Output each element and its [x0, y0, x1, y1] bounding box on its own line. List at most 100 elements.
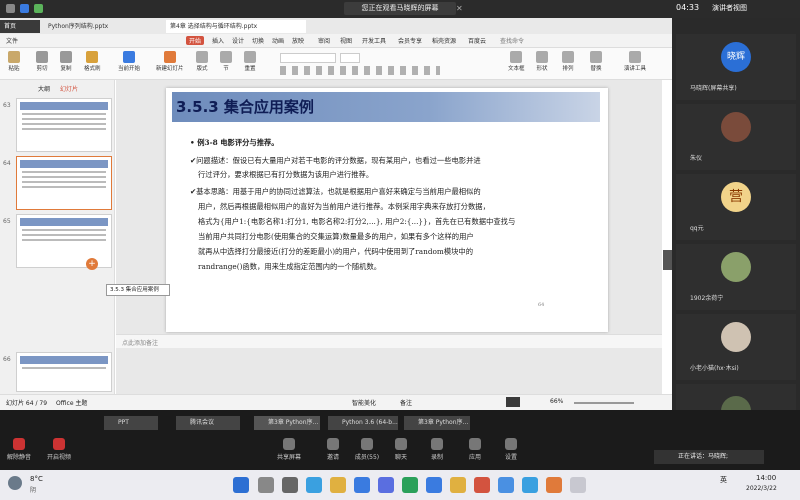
- unmute-button[interactable]: 解除静音: [4, 438, 34, 461]
- signal-icon[interactable]: [34, 4, 43, 13]
- add-slide-icon[interactable]: +: [86, 258, 98, 270]
- presenter-tools-button[interactable]: 演讲工具: [624, 51, 646, 72]
- meeting-app-icon[interactable]: [354, 477, 370, 493]
- replace-button[interactable]: 替换: [590, 51, 602, 72]
- outline-tab[interactable]: 大纲: [38, 84, 50, 93]
- tab-home[interactable]: 首页: [0, 20, 40, 33]
- play-from-current-button[interactable]: 当前开始: [118, 51, 140, 72]
- participant-tile[interactable]: 营 qq元: [676, 174, 796, 240]
- section-button[interactable]: 节: [220, 51, 232, 72]
- arrange-button[interactable]: 排列: [562, 51, 574, 72]
- font-size-select[interactable]: [340, 53, 360, 63]
- slide-thumb-64[interactable]: [16, 156, 112, 210]
- format-buttons[interactable]: [280, 66, 440, 75]
- menu-slideshow[interactable]: 放映: [292, 36, 304, 45]
- meeting-top-bar: 您正在观看马晓辉的屏幕 ✕ 04:33 演讲者视图: [0, 0, 800, 18]
- participant-tile[interactable]: [676, 384, 796, 426]
- layout-button[interactable]: 版式: [196, 51, 208, 72]
- input-language[interactable]: 英: [720, 475, 727, 485]
- menu-animation[interactable]: 动画: [272, 36, 284, 45]
- shape-icon: [536, 51, 548, 63]
- app-icon[interactable]: [378, 477, 394, 493]
- font-select[interactable]: [280, 53, 336, 63]
- weather-temp[interactable]: 8°C: [30, 475, 43, 483]
- app-icon[interactable]: [522, 477, 538, 493]
- menu-review[interactable]: 审阅: [318, 36, 330, 45]
- view-toggle[interactable]: 演讲者视图: [712, 3, 747, 13]
- format-painter-button[interactable]: 格式刷: [84, 51, 101, 72]
- store-icon[interactable]: [450, 477, 466, 493]
- menu-baiduyun[interactable]: 百度云: [468, 36, 486, 45]
- menu-docer[interactable]: 稻壳资源: [432, 36, 456, 45]
- record-button[interactable]: 录制: [422, 438, 452, 461]
- participant-tile[interactable]: 晓辉 马晓辉(屏幕共享): [676, 34, 796, 100]
- slide-line: 行过评分，要求根据已有打分数据为该用户进行推荐。: [198, 170, 374, 179]
- chat-button[interactable]: 聊天: [386, 438, 416, 461]
- taskbar-preview-chapter3b[interactable]: 第3章 Python序...: [404, 416, 470, 430]
- thumbnail-tooltip: 3.5.3 集合应用案例: [106, 284, 170, 296]
- tab-python-seq[interactable]: Python序列结构.pptx: [44, 20, 164, 33]
- wps-icon[interactable]: [474, 477, 490, 493]
- weather-desc[interactable]: 阴: [30, 485, 36, 494]
- folder-icon[interactable]: [330, 477, 346, 493]
- search-commands[interactable]: 查找命令: [500, 36, 524, 45]
- cut-button[interactable]: 剪切: [36, 51, 48, 72]
- members-button[interactable]: 成员(55): [352, 438, 382, 461]
- menu-devtools[interactable]: 开发工具: [362, 36, 386, 45]
- notes-pane[interactable]: 点此添加备注: [116, 334, 662, 348]
- start-video-button[interactable]: 开启视频: [44, 438, 74, 461]
- close-icon[interactable]: ✕: [456, 4, 463, 13]
- taskbar-preview-meeting[interactable]: 腾讯会议: [176, 416, 240, 430]
- slide-line: 就再从中选择打分最接近(打分的差距最小)的用户，代码中使用到了random模块中…: [198, 247, 474, 256]
- apps-button[interactable]: 应用: [460, 438, 490, 461]
- taskbar-preview-python[interactable]: Python 3.6 (64-b...: [328, 416, 398, 430]
- new-slide-button[interactable]: 新建幻灯片: [156, 51, 184, 72]
- taskbar-preview-chapter3[interactable]: 第3章 Python序...: [254, 416, 320, 430]
- participant-tile[interactable]: 小老小猫(hx·木si): [676, 314, 796, 380]
- current-slide[interactable]: 3.5.3 集合应用案例 • 例3-8 电影评分与推荐。 ✔问题描述：假设已有大…: [166, 88, 608, 332]
- wechat-icon[interactable]: [402, 477, 418, 493]
- menu-insert[interactable]: 插入: [212, 36, 224, 45]
- task-view-icon[interactable]: [282, 477, 298, 493]
- menu-vip[interactable]: 会员专享: [398, 36, 422, 45]
- shape-button[interactable]: 形状: [536, 51, 548, 72]
- slide-thumb-63[interactable]: [16, 98, 112, 152]
- zoom-slider[interactable]: [574, 402, 634, 404]
- smart-beautify-button[interactable]: 智能美化: [352, 398, 376, 407]
- edge-icon[interactable]: [306, 477, 322, 493]
- reset-button[interactable]: 重置: [244, 51, 256, 72]
- paste-button[interactable]: 粘贴: [8, 51, 20, 72]
- menu-home[interactable]: 开始: [186, 36, 205, 45]
- app-icon[interactable]: [546, 477, 562, 493]
- textbox-button[interactable]: 文本框: [508, 51, 525, 72]
- menu-design[interactable]: 设计: [232, 36, 244, 45]
- start-icon[interactable]: [233, 477, 249, 493]
- clock-time[interactable]: 14:00: [756, 474, 776, 482]
- app-icon[interactable]: [570, 477, 586, 493]
- menu-view[interactable]: 视图: [340, 36, 352, 45]
- tab-chapter4[interactable]: 第4章 选择结构与循环结构.pptx: [166, 20, 306, 33]
- python-icon[interactable]: [426, 477, 442, 493]
- play-slideshow-button[interactable]: [506, 397, 520, 407]
- participant-tile[interactable]: 1902余荷宁: [676, 244, 796, 310]
- app-icon[interactable]: [498, 477, 514, 493]
- participant-tile[interactable]: 朱仪: [676, 104, 796, 170]
- share-screen-button[interactable]: 共享屏幕: [274, 438, 304, 461]
- settings-button[interactable]: 设置: [496, 438, 526, 461]
- search-icon[interactable]: [258, 477, 274, 493]
- slide-thumb-66[interactable]: [16, 352, 112, 392]
- notes-button[interactable]: 备注: [400, 398, 412, 407]
- shield-icon[interactable]: [20, 4, 29, 13]
- copy-button[interactable]: 复制: [60, 51, 72, 72]
- slides-tab[interactable]: 幻灯片: [60, 84, 78, 93]
- participant-name: 马晓辉(屏幕共享): [690, 85, 737, 92]
- invite-button[interactable]: 邀请: [318, 438, 348, 461]
- taskbar-preview-ppt[interactable]: PPT: [104, 416, 158, 430]
- participant-name: 朱仪: [690, 155, 703, 162]
- menu-transition[interactable]: 切换: [252, 36, 264, 45]
- menu-file[interactable]: 文件: [6, 36, 18, 45]
- clock-date[interactable]: 2022/3/22: [746, 485, 777, 492]
- gear-icon: [505, 438, 517, 450]
- info-icon[interactable]: [6, 4, 15, 13]
- slide-thumb-65[interactable]: [16, 214, 112, 268]
